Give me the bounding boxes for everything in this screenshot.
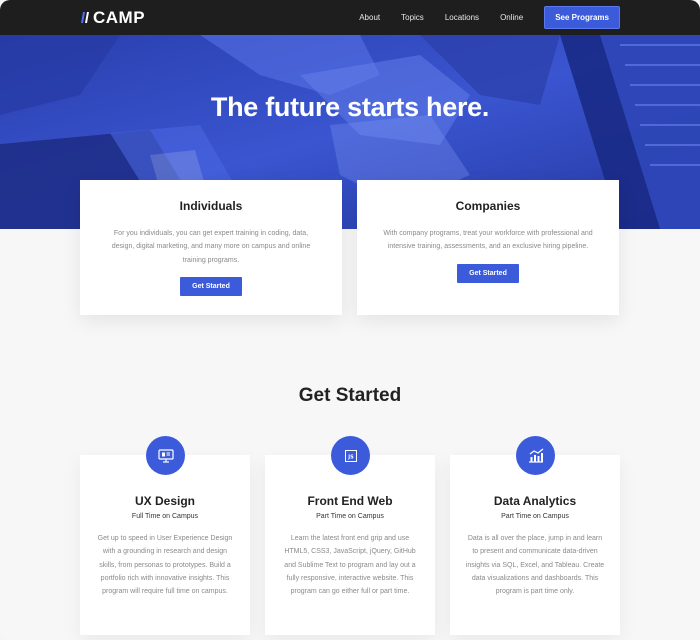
logo[interactable]: CAMP	[80, 8, 145, 28]
card-title: Companies	[455, 199, 521, 213]
card-text: With company programs, treat your workfo…	[383, 230, 593, 251]
individuals-card: Individuals For you individuals, you can…	[80, 180, 342, 315]
card-text: For you individuals, you can get expert …	[111, 230, 311, 264]
companies-card: Companies With company programs, treat y…	[357, 180, 619, 315]
program-title: Data Analytics	[493, 494, 577, 508]
program-description: Data is all over the place, jump in and …	[465, 535, 605, 596]
program-card-data-analytics[interactable]: Data Analytics Part Time on Campus Data …	[450, 436, 620, 635]
js-file-icon: JS	[331, 436, 370, 475]
individuals-get-started-button[interactable]: Get Started	[180, 276, 242, 296]
program-description: Get up to speed in User Experience Desig…	[97, 535, 233, 596]
program-card-front-end-web[interactable]: JS Front End Web Part Time on Campus Lea…	[265, 436, 435, 635]
program-title: Front End Web	[307, 494, 393, 508]
logo-mark-icon	[80, 11, 90, 24]
nav-link-about[interactable]: About	[359, 13, 380, 22]
logo-text: CAMP	[93, 7, 146, 27]
nav-link-topics[interactable]: Topics	[401, 13, 424, 22]
monitor-icon	[146, 436, 185, 475]
chart-icon	[516, 436, 555, 475]
nav-links: About Topics Locations Online See Progra…	[338, 6, 620, 29]
program-card-ux-design[interactable]: UX Design Full Time on Campus Get up to …	[80, 436, 250, 635]
card-title: Individuals	[179, 199, 243, 213]
see-programs-button[interactable]: See Programs	[544, 6, 620, 29]
js-icon-label: JS	[347, 454, 354, 460]
section-title: Get Started	[298, 385, 402, 406]
hero-title: The future starts here.	[210, 92, 490, 122]
program-title: UX Design	[134, 494, 195, 508]
program-subtitle: Part Time on Campus	[501, 513, 569, 520]
program-subtitle: Full Time on Campus	[131, 513, 199, 520]
nav-link-online[interactable]: Online	[500, 13, 523, 22]
top-nav: CAMP About Topics Locations Online See P…	[0, 0, 700, 35]
program-subtitle: Part Time on Campus	[316, 513, 384, 520]
nav-link-locations[interactable]: Locations	[445, 13, 479, 22]
program-description: Learn the latest front end grip and use …	[284, 535, 416, 596]
companies-get-started-button[interactable]: Get Started	[457, 263, 519, 283]
page: CAMP About Topics Locations Online See P…	[0, 0, 700, 640]
